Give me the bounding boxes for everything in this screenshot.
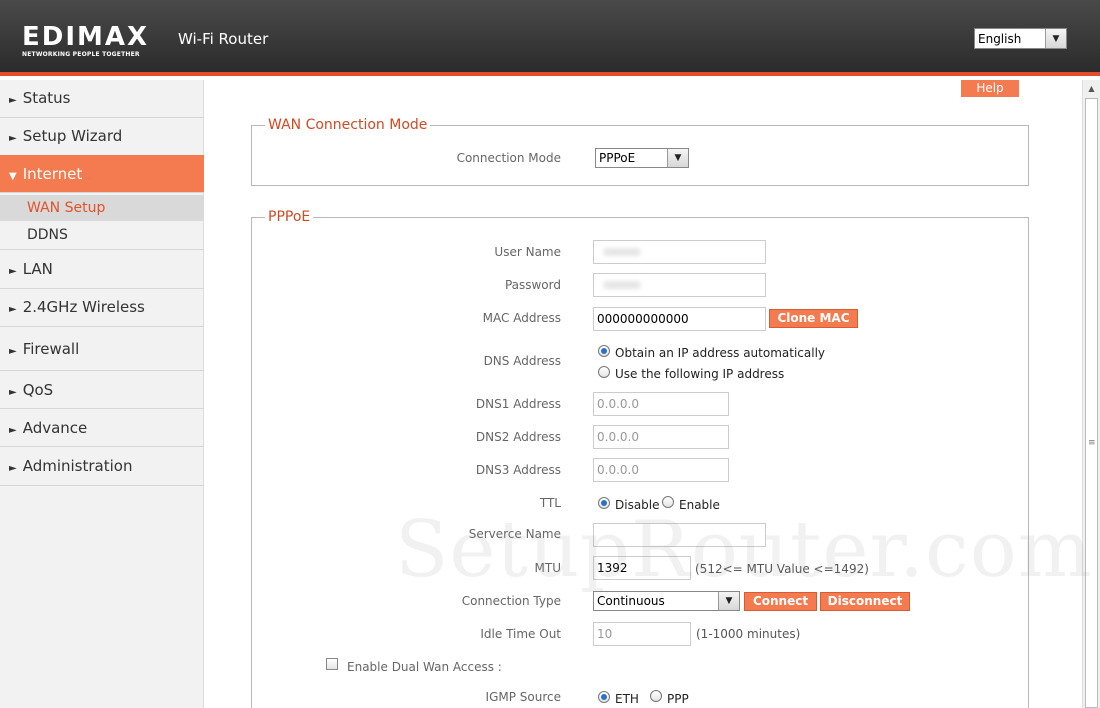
sidebar-item-label: Firewall (22, 340, 80, 358)
sidebar-item-label: 2.4GHz Wireless (22, 298, 145, 316)
user-name-input[interactable] (593, 240, 766, 264)
ttl-enable-radio[interactable] (662, 496, 674, 508)
chevron-down-icon[interactable]: ▼ (718, 592, 739, 610)
header-bar: EDIMAX NETWORKING PEOPLE TOGETHER Wi-Fi … (0, 0, 1100, 76)
disconnect-button[interactable]: Disconnect (820, 592, 910, 611)
edimax-logo: EDIMAX NETWORKING PEOPLE TOGETHER (22, 22, 164, 58)
help-button[interactable]: Help (961, 80, 1019, 97)
dual-wan-checkbox[interactable] (326, 658, 338, 670)
dns2-address-input[interactable]: 0.0.0.0 (593, 425, 729, 449)
dns3-address-label: DNS3 Address (475, 463, 561, 477)
triangle-right-icon: ► (9, 425, 17, 436)
ttl-enable-label: Enable (679, 498, 720, 512)
service-name-input[interactable] (593, 523, 766, 547)
scroll-thumb[interactable]: ≡ (1085, 98, 1098, 708)
triangle-right-icon: ► (9, 266, 17, 277)
sidebar-item-administration[interactable]: ► Administration (0, 447, 204, 486)
sidebar-item-label: Internet (22, 165, 83, 183)
sidebar-item-qos[interactable]: ► QoS (0, 371, 204, 409)
sidebar-subitem-ddns[interactable]: DDNS (0, 222, 204, 249)
sidebar-item-label: QoS (22, 381, 54, 399)
dual-wan-label: Enable Dual Wan Access : (347, 660, 502, 674)
mac-address-label: MAC Address (482, 311, 561, 325)
triangle-right-icon: ► (9, 133, 17, 144)
connection-type-label: Connection Type (461, 594, 561, 608)
dns-manual-label: Use the following IP address (615, 367, 785, 381)
sidebar-item-label: Setup Wizard (22, 127, 123, 145)
connection-mode-value: PPPoE (599, 151, 636, 165)
language-select-value: English (978, 32, 1022, 46)
ttl-disable-radio[interactable] (598, 497, 610, 509)
sidebar-item-firewall[interactable]: ► Firewall (0, 327, 204, 371)
igmp-eth-label: ETH (615, 692, 639, 706)
triangle-right-icon: ► (9, 95, 17, 106)
idle-timeout-hint: (1-1000 minutes) (696, 627, 801, 641)
sidebar-item-label: Advance (22, 419, 88, 437)
connection-mode-select[interactable]: PPPoE ▼ (595, 148, 689, 168)
connect-button[interactable]: Connect (744, 592, 817, 611)
igmp-ppp-label: PPP (667, 692, 689, 706)
blurred-value (603, 248, 641, 256)
dns3-address-input[interactable]: 0.0.0.0 (593, 458, 729, 482)
password-label: Password (504, 278, 561, 292)
sidebar-item-wireless[interactable]: ► 2.4GHz Wireless (0, 289, 204, 327)
blurred-value (603, 281, 641, 289)
mtu-input[interactable]: 1392 (593, 556, 691, 580)
mtu-hint: (512<= MTU Value <=1492) (695, 562, 869, 576)
ttl-disable-label: Disable (615, 498, 660, 512)
service-name-label: Serverce Name (468, 527, 561, 541)
triangle-right-icon: ► (9, 304, 17, 315)
sidebar-item-status[interactable]: ► Status (0, 80, 204, 118)
igmp-ppp-radio[interactable] (650, 690, 662, 702)
triangle-right-icon: ► (9, 346, 17, 357)
logo-word: EDIMAX (22, 22, 150, 52)
triangle-right-icon: ► (9, 463, 17, 474)
igmp-source-label: IGMP Source (485, 690, 561, 704)
dns-auto-label: Obtain an IP address automatically (615, 346, 826, 360)
section-legend: WAN Connection Mode (265, 117, 431, 133)
dns-auto-radio[interactable] (598, 345, 610, 357)
sidebar: ► Status ► Setup Wizard ▼ Internet WAN Setu… (0, 80, 204, 708)
chevron-down-icon[interactable]: ▼ (1045, 29, 1066, 48)
scroll-up-icon[interactable]: ▲ (1083, 80, 1100, 97)
sidebar-item-internet[interactable]: ▼ Internet (0, 155, 204, 193)
product-name: Wi-Fi Router (178, 30, 269, 48)
logo-tagline: NETWORKING PEOPLE TOGETHER (22, 51, 140, 58)
connection-mode-label: Connection Mode (456, 151, 561, 165)
sidebar-item-advance[interactable]: ► Advance (0, 409, 204, 447)
sidebar-item-lan[interactable]: ► LAN (0, 249, 204, 289)
dns1-address-label: DNS1 Address (475, 397, 561, 411)
connection-type-value: Continuous (597, 594, 665, 608)
dns2-address-label: DNS2 Address (475, 430, 561, 444)
language-select[interactable]: English ▼ (974, 28, 1067, 49)
dns-address-label: DNS Address (483, 354, 561, 368)
sidebar-item-label: LAN (22, 260, 53, 278)
sidebar-item-label: Status (22, 89, 71, 107)
sidebar-item-label: Administration (22, 457, 133, 475)
idle-timeout-label: Idle Time Out (480, 627, 561, 641)
section-legend: PPPoE (265, 209, 314, 225)
sidebar-subitem-wan-setup[interactable]: WAN Setup (0, 195, 204, 221)
idle-timeout-input[interactable]: 10 (593, 622, 691, 646)
dns-manual-radio[interactable] (598, 366, 610, 378)
ttl-label: TTL (539, 496, 561, 510)
igmp-eth-radio[interactable] (598, 691, 610, 703)
vertical-scrollbar[interactable]: ▲ ≡ (1082, 80, 1100, 708)
mac-address-input[interactable]: 000000000000 (593, 307, 766, 331)
clone-mac-button[interactable]: Clone MAC (769, 309, 858, 328)
mtu-label: MTU (534, 561, 561, 575)
triangle-down-icon: ▼ (9, 171, 17, 182)
connection-type-select[interactable]: Continuous ▼ (593, 591, 740, 611)
dns1-address-input[interactable]: 0.0.0.0 (593, 392, 729, 416)
sidebar-item-setup-wizard[interactable]: ► Setup Wizard (0, 118, 204, 156)
user-name-label: User Name (494, 245, 561, 259)
password-input[interactable] (593, 273, 766, 297)
triangle-right-icon: ► (9, 387, 17, 398)
grip-icon: ≡ (1088, 438, 1096, 448)
chevron-down-icon[interactable]: ▼ (667, 149, 688, 167)
